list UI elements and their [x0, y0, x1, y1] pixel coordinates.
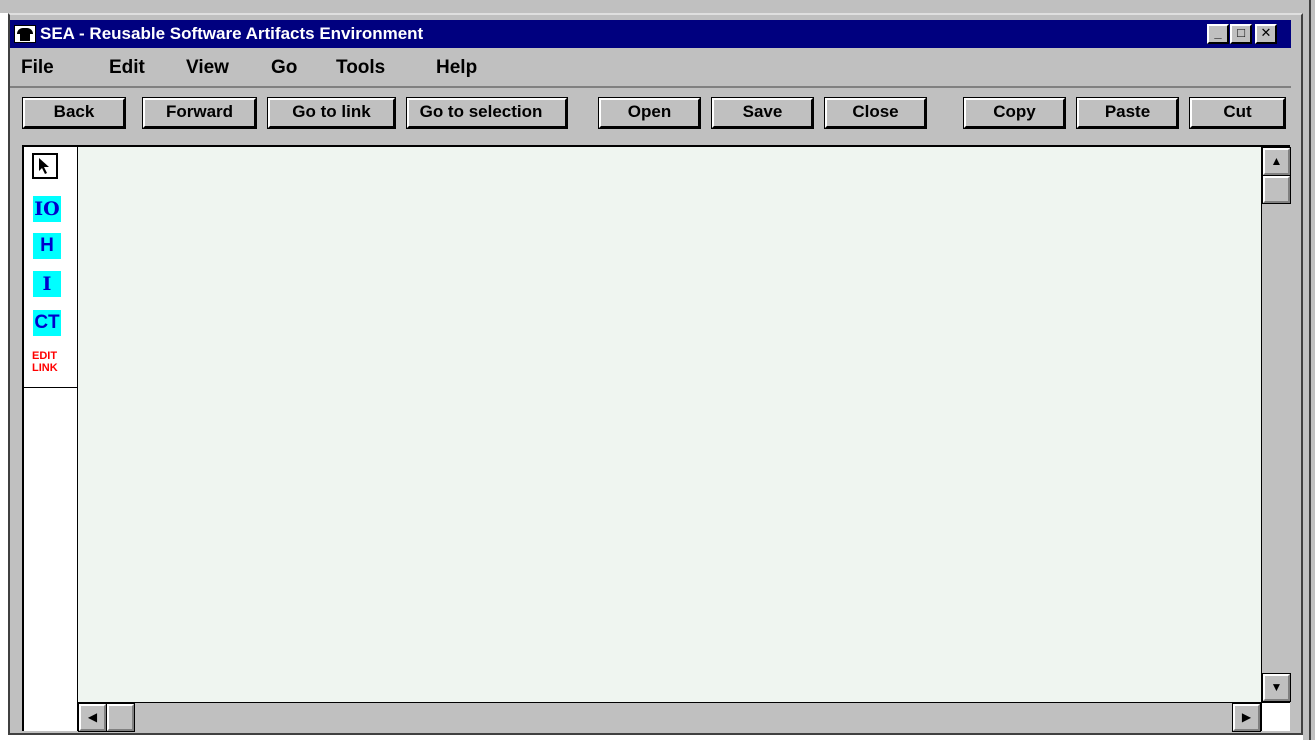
horizontal-scroll-thumb[interactable] [106, 703, 135, 732]
document-area: IO H I CT EDIT LINK ▲ ▼ ◀ ▶ [22, 145, 1291, 732]
desktop-top-edge [0, 0, 1315, 13]
open-button[interactable]: Open [598, 97, 701, 129]
maximize-button[interactable]: □ [1230, 24, 1252, 44]
menu-view[interactable]: View [186, 57, 229, 79]
palette-divider [24, 387, 77, 388]
scroll-down-icon[interactable]: ▼ [1262, 673, 1291, 702]
close-window-button[interactable]: ✕ [1255, 24, 1277, 44]
forward-button[interactable]: Forward [142, 97, 257, 129]
arrow-pointer-icon[interactable] [32, 153, 58, 179]
window-title: SEA - Reusable Software Artifacts Enviro… [40, 24, 424, 43]
scrollbar-corner [1261, 702, 1290, 731]
scroll-up-icon[interactable]: ▲ [1262, 147, 1291, 176]
vertical-scroll-thumb[interactable] [1262, 175, 1291, 204]
go-to-selection-button[interactable]: Go to selection [406, 97, 568, 129]
edit-link-line-2: LINK [32, 362, 58, 374]
menu-go[interactable]: Go [271, 57, 297, 79]
app-icon[interactable] [14, 25, 36, 43]
minimize-button[interactable]: _ [1207, 24, 1229, 44]
menu-file[interactable]: File [21, 57, 54, 79]
scroll-left-icon[interactable]: ◀ [78, 703, 107, 732]
menu-tools[interactable]: Tools [336, 57, 385, 79]
edit-link-tool[interactable]: EDIT LINK [32, 350, 58, 374]
toolbar: Back Forward Go to link Go to selection … [10, 90, 1291, 140]
io-tool[interactable]: IO [33, 196, 61, 222]
back-button[interactable]: Back [22, 97, 126, 129]
go-to-link-button[interactable]: Go to link [267, 97, 396, 129]
desktop-right-edge [1303, 0, 1315, 740]
ct-tool[interactable]: CT [33, 310, 61, 336]
title-bar[interactable]: SEA - Reusable Software Artifacts Enviro… [10, 20, 1291, 48]
vertical-scrollbar[interactable]: ▲ ▼ [1261, 147, 1291, 702]
h-tool[interactable]: H [33, 233, 61, 259]
paste-button[interactable]: Paste [1076, 97, 1179, 129]
menu-bar: File Edit View Go Tools Help [10, 50, 1291, 88]
copy-button[interactable]: Copy [963, 97, 1066, 129]
editor-canvas[interactable] [78, 147, 1261, 702]
horizontal-scrollbar[interactable]: ◀ ▶ [78, 702, 1261, 732]
tool-palette: IO H I CT EDIT LINK [24, 147, 78, 731]
menu-help[interactable]: Help [436, 57, 477, 79]
cut-button[interactable]: Cut [1189, 97, 1286, 129]
scroll-right-icon[interactable]: ▶ [1232, 703, 1261, 732]
save-button[interactable]: Save [711, 97, 814, 129]
edit-link-line-1: EDIT [32, 350, 58, 362]
i-tool[interactable]: I [33, 271, 61, 297]
close-button[interactable]: Close [824, 97, 927, 129]
menu-edit[interactable]: Edit [109, 57, 145, 79]
